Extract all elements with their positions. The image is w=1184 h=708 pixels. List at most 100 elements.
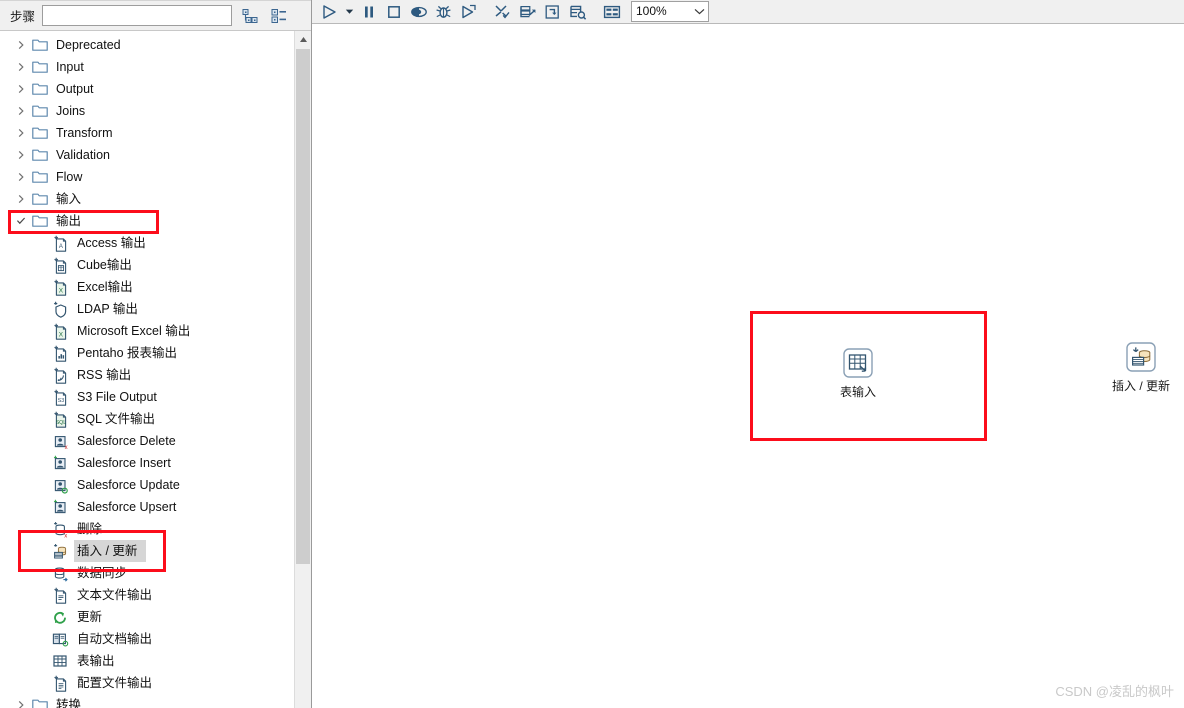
tree-step-row[interactable]: Salesforce Insert [0, 452, 294, 474]
chevron-right-icon[interactable] [12, 100, 30, 122]
tree-item-label: Joins [56, 104, 86, 118]
tree-step-row[interactable]: x Salesforce Delete [0, 430, 294, 452]
tree-folder-row[interactable]: Transform [0, 122, 294, 144]
chevron-right-icon[interactable] [12, 56, 30, 78]
insert-update-node-label: 插入 / 更新 [1111, 379, 1170, 393]
tree-step-row[interactable]: 配置文件输出 [0, 672, 294, 694]
chevron-right-icon[interactable] [12, 166, 30, 188]
tree-item-label: S3 File Output [77, 390, 157, 404]
scrollbar-thumb[interactable] [296, 49, 310, 564]
tree-step-row[interactable]: Salesforce Update [0, 474, 294, 496]
chevron-down-icon[interactable] [12, 210, 30, 232]
chevron-right-icon[interactable] [12, 188, 30, 210]
folder-icon [30, 34, 50, 56]
steps-search-input[interactable] [42, 5, 233, 26]
steps-tree: Deprecated Input Output Joins Transform Valid… [0, 31, 294, 708]
tree-step-row[interactable]: LDAP 输出 [0, 298, 294, 320]
tree-item-label: Flow [56, 170, 83, 184]
access-output-icon: A [50, 232, 70, 254]
cube-output-icon [50, 254, 70, 276]
tree-step-row[interactable]: SQL SQL 文件输出 [0, 408, 294, 430]
salesforce-delete-icon: x [50, 430, 70, 452]
preview-button[interactable] [406, 1, 431, 23]
tree-step-row[interactable]: 自动文档输出 [0, 628, 294, 650]
db-explore-button[interactable] [565, 1, 590, 23]
tree-folder-row[interactable]: Joins [0, 100, 294, 122]
update-icon [50, 606, 70, 628]
show-grid-button[interactable] [599, 1, 624, 23]
tree-folder-row[interactable]: Deprecated [0, 34, 294, 56]
salesforce-insert-icon [50, 452, 70, 474]
steps-tree-scrollbar[interactable] [294, 31, 311, 708]
chevron-right-icon[interactable] [12, 78, 30, 100]
insert-update-icon [50, 540, 70, 562]
folder-icon [30, 210, 50, 232]
tree-item-label: Access 输出 [77, 236, 146, 250]
insert-update-node[interactable]: 插入 / 更新 [1106, 341, 1176, 394]
chevron-right-icon[interactable] [12, 34, 30, 56]
chevron-down-icon [690, 6, 708, 18]
impact-analysis-button[interactable] [515, 1, 540, 23]
folder-icon [30, 100, 50, 122]
tree-step-row[interactable]: Salesforce Upsert [0, 496, 294, 518]
stop-button[interactable] [381, 1, 406, 23]
replay-button[interactable] [456, 1, 481, 23]
chevron-right-icon[interactable] [12, 694, 30, 708]
verify-button[interactable] [490, 1, 515, 23]
folder-icon [30, 122, 50, 144]
transformation-canvas[interactable]: 表输入 插入 / 更新 CSDN @凌乱的枫叶 [312, 24, 1184, 708]
folder-icon [30, 144, 50, 166]
pentaho-report-output-icon [50, 342, 70, 364]
chevron-right-icon[interactable] [12, 144, 30, 166]
zoom-level-select[interactable]: 100% [631, 1, 709, 22]
tree-item-label: Salesforce Delete [77, 434, 176, 448]
tree-folder-row[interactable]: Input [0, 56, 294, 78]
tree-step-row[interactable]: X Microsoft Excel 输出 [0, 320, 294, 342]
tree-item-label: 删除 [77, 522, 103, 536]
tree-step-row[interactable]: 更新 [0, 606, 294, 628]
tree-step-row[interactable]: S3 S3 File Output [0, 386, 294, 408]
tree-folder-row[interactable]: Output [0, 78, 294, 100]
text-file-output-icon [50, 584, 70, 606]
properties-output-icon [50, 672, 70, 694]
run-button[interactable] [317, 1, 342, 23]
scrollbar-track[interactable] [296, 564, 310, 708]
tree-view-icon[interactable] [239, 5, 261, 27]
run-options-dropdown[interactable] [342, 1, 356, 23]
s3-file-output-icon: S3 [50, 386, 70, 408]
tree-step-row[interactable]: Pentaho 报表输出 [0, 342, 294, 364]
tree-folder-row[interactable]: 转换 [0, 694, 294, 708]
tree-item-label: RSS 输出 [77, 368, 132, 382]
tree-step-row[interactable]: Cube输出 [0, 254, 294, 276]
sql-generate-button[interactable] [540, 1, 565, 23]
svg-text:x: x [64, 533, 67, 538]
tree-step-row[interactable]: 插入 / 更新 [0, 540, 294, 562]
tree-step-row[interactable]: 表输出 [0, 650, 294, 672]
table-input-node[interactable]: 表输入 [823, 347, 893, 400]
tree-step-row[interactable]: 文本文件输出 [0, 584, 294, 606]
tree-step-row[interactable]: 数据同步 [0, 562, 294, 584]
tree-folder-row[interactable]: Validation [0, 144, 294, 166]
tree-item-label: Cube输出 [77, 258, 132, 272]
tree-step-row[interactable]: x 删除 [0, 518, 294, 540]
tree-step-row[interactable]: A Access 输出 [0, 232, 294, 254]
svg-text:x: x [65, 445, 68, 450]
insert-update-icon [1125, 341, 1157, 373]
steps-panel: 步骤 Deprecated Input Output Joins Transfo… [0, 0, 312, 708]
tree-folder-row[interactable]: Flow [0, 166, 294, 188]
table-input-icon [842, 347, 874, 379]
pause-button[interactable] [356, 1, 381, 23]
table-output-icon [50, 650, 70, 672]
debug-button[interactable] [431, 1, 456, 23]
tree-folder-row[interactable]: 输入 [0, 188, 294, 210]
chevron-right-icon[interactable] [12, 122, 30, 144]
folder-icon [30, 694, 50, 708]
tree-step-row[interactable]: RSS 输出 [0, 364, 294, 386]
salesforce-upsert-icon [50, 496, 70, 518]
scrollbar-up-arrow-icon[interactable] [295, 31, 311, 48]
tree-folder-row[interactable]: 输出 [0, 210, 294, 232]
delete-icon: x [50, 518, 70, 540]
tree-step-row[interactable]: X Excel输出 [0, 276, 294, 298]
ms-excel-output-icon: X [50, 320, 70, 342]
list-view-icon[interactable] [268, 5, 290, 27]
